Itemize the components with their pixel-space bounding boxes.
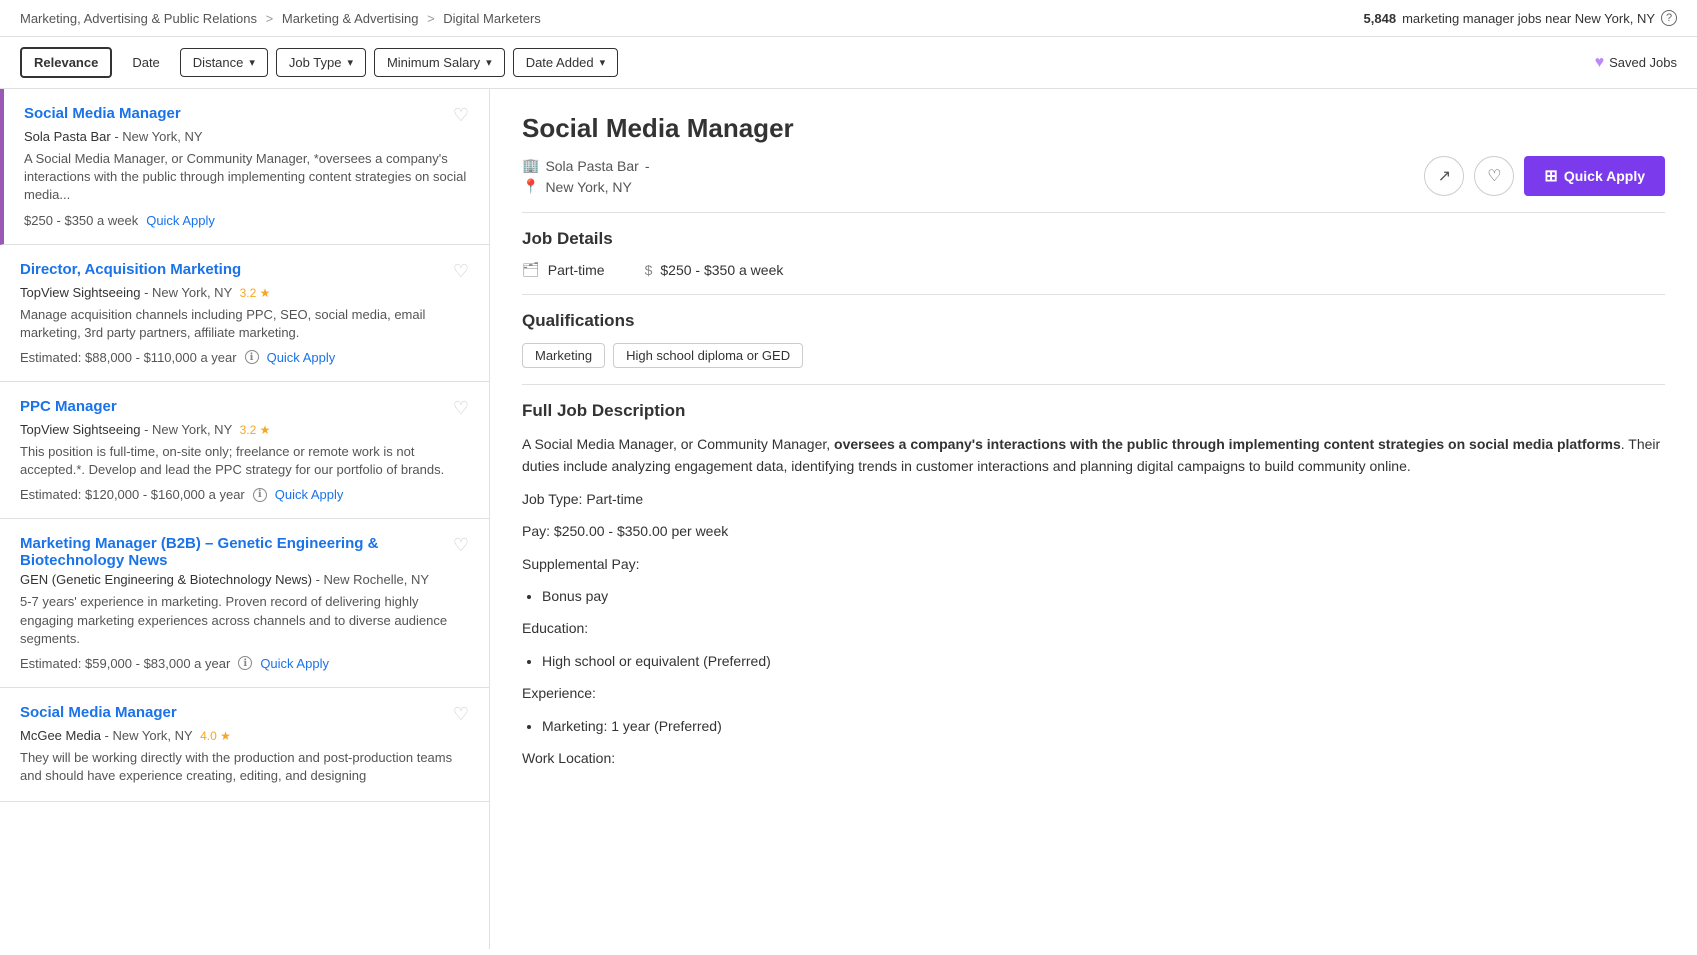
breadcrumb-link-3[interactable]: Digital Marketers xyxy=(443,11,541,26)
job-details-section-title: Job Details xyxy=(522,229,1665,249)
qualifications-title: Qualifications xyxy=(522,311,1665,331)
job-meta-4: Estimated: $59,000 - $83,000 a year ℹ Qu… xyxy=(20,656,469,671)
save-button[interactable]: ♡ xyxy=(1474,156,1514,196)
job-count-desc: marketing manager jobs near New York, NY xyxy=(1402,11,1655,26)
quick-apply-button[interactable]: ⊞ Quick Apply xyxy=(1524,156,1665,196)
job-card-3[interactable]: PPC Manager ♡ TopView Sightseeing - New … xyxy=(0,382,489,519)
job-company-3: TopView Sightseeing - New York, NY 3.2 ★ xyxy=(20,422,469,437)
save-job-button-2[interactable]: ♡ xyxy=(453,261,469,282)
info-icon-2[interactable]: ℹ xyxy=(245,350,259,364)
company-rating-2: 3.2 ★ xyxy=(240,286,271,300)
job-title-link-5[interactable]: Social Media Manager xyxy=(20,704,177,721)
detail-company-row: 🏢 Sola Pasta Bar - 📍 New York, NY ↗ ♡ ⊞ … xyxy=(522,156,1665,196)
building-icon: 🏢 xyxy=(522,157,539,174)
job-card-5[interactable]: Social Media Manager ♡ McGee Media - New… xyxy=(0,688,489,802)
detail-company-info: 🏢 Sola Pasta Bar - 📍 New York, NY xyxy=(522,157,650,195)
job-card-1[interactable]: Social Media Manager ♡ Sola Pasta Bar - … xyxy=(0,89,489,245)
info-icon[interactable]: ? xyxy=(1661,10,1677,26)
info-icon-4[interactable]: ℹ xyxy=(238,656,252,670)
job-snippet-2: Manage acquisition channels including PP… xyxy=(20,306,469,342)
full-desc-title: Full Job Description xyxy=(522,401,1665,421)
distance-filter[interactable]: Distance ▾ xyxy=(180,48,268,77)
save-job-button-1[interactable]: ♡ xyxy=(453,105,469,126)
job-company-5: McGee Media - New York, NY 4.0 ★ xyxy=(20,728,469,743)
filter-bar: Relevance Date Distance ▾ Job Type ▾ Min… xyxy=(0,37,1697,89)
job-card-header-4: Marketing Manager (B2B) – Genetic Engine… xyxy=(20,535,469,569)
breadcrumb-link-1[interactable]: Marketing, Advertising & Public Relation… xyxy=(20,11,257,26)
chevron-down-icon: ▾ xyxy=(600,56,606,69)
job-meta-3: Estimated: $120,000 - $160,000 a year ℹ … xyxy=(20,487,469,502)
job-meta-2: Estimated: $88,000 - $110,000 a year ℹ Q… xyxy=(20,350,469,365)
job-company-2: TopView Sightseeing - New York, NY 3.2 ★ xyxy=(20,285,469,300)
job-card-header-5: Social Media Manager ♡ xyxy=(20,704,469,725)
job-detail-panel: Social Media Manager 🏢 Sola Pasta Bar - … xyxy=(490,89,1697,949)
share-button[interactable]: ↗ xyxy=(1424,156,1464,196)
detail-job-title: Social Media Manager xyxy=(522,113,1665,144)
main-content: Social Media Manager ♡ Sola Pasta Bar - … xyxy=(0,89,1697,949)
divider-2 xyxy=(522,294,1665,295)
breadcrumb: Marketing, Advertising & Public Relation… xyxy=(20,11,541,26)
full-desc-body: A Social Media Manager, or Community Man… xyxy=(522,433,1665,769)
job-list: Social Media Manager ♡ Sola Pasta Bar - … xyxy=(0,89,490,949)
company-rating-3: 3.2 ★ xyxy=(240,423,271,437)
job-card-header-3: PPC Manager ♡ xyxy=(20,398,469,419)
job-snippet-1: A Social Media Manager, or Community Man… xyxy=(24,150,469,205)
chevron-down-icon: ▾ xyxy=(347,56,353,69)
job-count: 5,848 xyxy=(1364,11,1397,26)
job-title-link-1[interactable]: Social Media Manager xyxy=(24,105,181,122)
info-icon-3[interactable]: ℹ xyxy=(253,488,267,502)
save-job-button-5[interactable]: ♡ xyxy=(453,704,469,725)
job-snippet-5: They will be working directly with the p… xyxy=(20,749,469,785)
qualifications-section: Qualifications Marketing High school dip… xyxy=(522,311,1665,368)
breadcrumb-link-2[interactable]: Marketing & Advertising xyxy=(282,11,419,26)
quick-apply-link-2[interactable]: Quick Apply xyxy=(267,350,336,365)
company-rating-5: 4.0 ★ xyxy=(200,729,231,743)
job-snippet-3: This position is full-time, on-site only… xyxy=(20,443,469,479)
job-count-area: 5,848 marketing manager jobs near New Yo… xyxy=(1364,10,1677,26)
qual-tag-education: High school diploma or GED xyxy=(613,343,803,368)
top-bar: Marketing, Advertising & Public Relation… xyxy=(0,0,1697,37)
job-card-header-1: Social Media Manager ♡ xyxy=(24,105,469,126)
divider-3 xyxy=(522,384,1665,385)
qual-tags: Marketing High school diploma or GED xyxy=(522,343,1665,368)
quick-apply-link-4[interactable]: Quick Apply xyxy=(260,656,329,671)
relevance-filter[interactable]: Relevance xyxy=(20,47,112,78)
date-added-filter[interactable]: Date Added ▾ xyxy=(513,48,618,77)
job-meta-1: $250 - $350 a week Quick Apply xyxy=(24,213,469,228)
breadcrumb-sep-1: > xyxy=(266,11,277,26)
job-details-row: 🗂 Part-time $ $250 - $350 a week xyxy=(522,261,1665,278)
heart-icon: ♥ xyxy=(1595,54,1605,72)
location-pin-icon: 📍 xyxy=(522,178,539,195)
job-company-1: Sola Pasta Bar - New York, NY xyxy=(24,129,469,144)
quick-apply-icon: ⊞ xyxy=(1544,166,1557,186)
briefcase-icon: 🗂 xyxy=(522,261,540,278)
quick-apply-link-3[interactable]: Quick Apply xyxy=(275,487,344,502)
date-filter[interactable]: Date xyxy=(120,49,171,76)
job-title-link-3[interactable]: PPC Manager xyxy=(20,398,117,415)
job-type-filter[interactable]: Job Type ▾ xyxy=(276,48,366,77)
detail-actions: ↗ ♡ ⊞ Quick Apply xyxy=(1424,156,1665,196)
chevron-down-icon: ▾ xyxy=(486,56,492,69)
save-job-button-3[interactable]: ♡ xyxy=(453,398,469,419)
quick-apply-link-1[interactable]: Quick Apply xyxy=(146,213,215,228)
job-type-item: 🗂 Part-time xyxy=(522,261,605,278)
save-job-button-4[interactable]: ♡ xyxy=(453,535,469,556)
saved-jobs-button[interactable]: ♥ Saved Jobs xyxy=(1595,54,1677,72)
pay-item: $ $250 - $350 a week xyxy=(645,262,784,278)
dollar-icon: $ xyxy=(645,262,653,278)
job-card-2[interactable]: Director, Acquisition Marketing ♡ TopVie… xyxy=(0,245,489,382)
job-card-header-2: Director, Acquisition Marketing ♡ xyxy=(20,261,469,282)
job-snippet-4: 5-7 years' experience in marketing. Prov… xyxy=(20,593,469,648)
divider-1 xyxy=(522,212,1665,213)
detail-company-name: 🏢 Sola Pasta Bar - xyxy=(522,157,650,174)
chevron-down-icon: ▾ xyxy=(249,56,255,69)
minimum-salary-filter[interactable]: Minimum Salary ▾ xyxy=(374,48,505,77)
qual-tag-marketing: Marketing xyxy=(522,343,605,368)
job-title-link-2[interactable]: Director, Acquisition Marketing xyxy=(20,261,241,278)
breadcrumb-sep-2: > xyxy=(427,11,438,26)
job-card-4[interactable]: Marketing Manager (B2B) – Genetic Engine… xyxy=(0,519,489,688)
job-title-link-4[interactable]: Marketing Manager (B2B) – Genetic Engine… xyxy=(20,535,453,569)
job-company-4: GEN (Genetic Engineering & Biotechnology… xyxy=(20,572,469,587)
detail-location: 📍 New York, NY xyxy=(522,178,650,195)
